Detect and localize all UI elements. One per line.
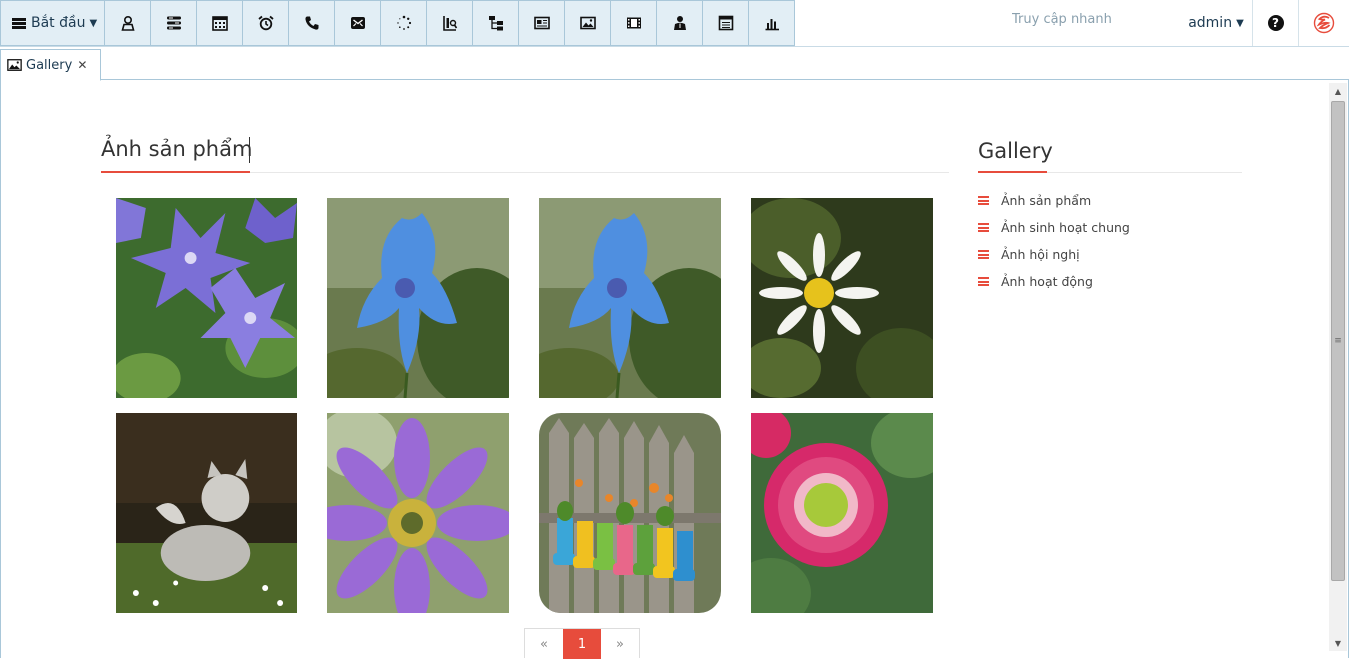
phone-icon[interactable] [289,0,335,46]
gallery-photo[interactable] [116,413,297,613]
list-icon[interactable] [151,0,197,46]
gallery-photo[interactable] [327,198,509,398]
user-icon[interactable] [105,0,151,46]
start-menu-button[interactable]: Bắt đầu ▼ [0,0,105,46]
quick-access-input[interactable] [1004,3,1179,35]
scroll-down-arrow[interactable]: ▼ [1329,635,1347,651]
list-bullet-icon [978,250,989,259]
list-bullet-icon [978,196,989,205]
sidebar-item-anh-sinh-hoat-chung[interactable]: Ảnh sinh hoạt chung [978,214,1130,241]
gallery-photo[interactable] [116,198,297,398]
brand-logo[interactable] [1299,0,1349,46]
gallery-photo[interactable] [327,413,509,613]
loading-icon[interactable] [381,0,427,46]
sidebar-list: Ảnh sản phẩm Ảnh sinh hoạt chung Ảnh hội… [978,187,1130,295]
title-accent [101,171,250,173]
top-toolbar: Bắt đầu ▼ admin [0,0,1349,47]
org-chart-icon[interactable] [473,0,519,46]
sidebar-item-anh-hoi-nghi[interactable]: Ảnh hội nghị [978,241,1130,268]
sidebar-item-anh-san-pham[interactable]: Ảnh sản phẩm [978,187,1130,214]
gallery-photo[interactable] [751,413,933,613]
news-icon[interactable] [519,0,565,46]
vertical-scrollbar[interactable]: ▲ ≡ ▼ [1329,83,1347,651]
pagination-next[interactable]: » [601,629,639,659]
user-menu-button[interactable]: admin ▼ [1180,0,1253,46]
sidebar-item-anh-hoat-dong[interactable]: Ảnh hoạt động [978,268,1130,295]
help-icon: ? [1267,15,1284,31]
sidebar-title-accent [978,171,1047,173]
person-icon[interactable] [657,0,703,46]
sidebar-title: Gallery [978,139,1053,163]
pagination-page-current[interactable]: 1 [563,629,601,659]
tab-gallery[interactable]: Gallery ✕ [0,49,101,81]
report-icon[interactable] [427,0,473,46]
calendar-icon[interactable] [197,0,243,46]
chevron-down-icon: ▼ [89,17,98,29]
video-icon[interactable] [611,0,657,46]
gallery-photo[interactable] [539,198,721,398]
gallery-photo[interactable] [539,413,721,613]
sidebar-item-label: Ảnh hội nghị [1001,247,1080,262]
list-bullet-icon [978,223,989,232]
user-name: admin [1188,15,1233,31]
chevron-down-icon: ▼ [1236,17,1244,29]
pagination: « 1 » [524,628,640,659]
list-bullet-icon [978,277,989,286]
scroll-up-arrow[interactable]: ▲ [1329,83,1347,99]
tab-label: Gallery [26,57,73,73]
image-icon [7,59,22,71]
sidebar-item-label: Ảnh sinh hoạt chung [1001,220,1130,235]
mail-icon[interactable] [335,0,381,46]
document-icon[interactable] [703,0,749,46]
gallery-photo[interactable] [751,198,933,398]
alarm-icon[interactable] [243,0,289,46]
start-menu-label: Bắt đầu [31,15,86,31]
sidebar-item-label: Ảnh hoạt động [1001,274,1093,289]
chart-icon[interactable] [749,0,795,46]
close-icon[interactable]: ✕ [77,58,87,72]
pagination-prev[interactable]: « [525,629,563,659]
help-button[interactable]: ? [1253,0,1299,46]
tab-bar: Gallery ✕ [0,47,1349,81]
text-cursor [249,137,250,163]
scroll-thumb[interactable]: ≡ [1331,101,1345,581]
image-icon[interactable] [565,0,611,46]
page-title: Ảnh sản phẩm [101,137,253,161]
menu-icon [12,17,26,29]
sidebar-item-label: Ảnh sản phẩm [1001,193,1092,208]
